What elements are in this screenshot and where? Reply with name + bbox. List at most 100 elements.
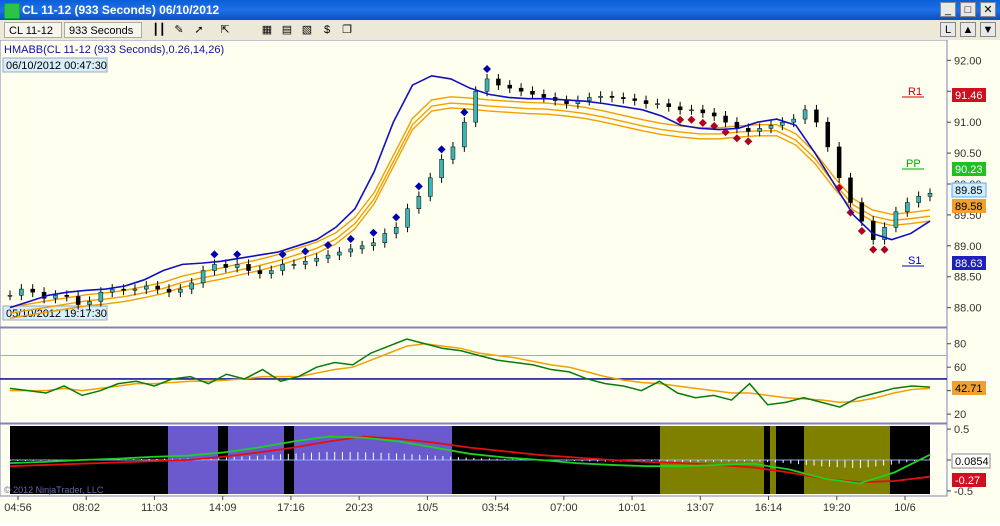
candle-body [393, 227, 399, 234]
green-value: 0.0854 [955, 456, 989, 468]
hma-value: 89.58 [955, 201, 983, 213]
candle-body [416, 196, 422, 209]
candle-body [212, 264, 217, 271]
candle-body [189, 282, 194, 290]
app-icon [4, 3, 20, 19]
chart-area: HMABB(CL 11-12 (933 Seconds),0.26,14,26)… [0, 39, 1000, 523]
candle-body [655, 103, 660, 105]
candle-body [518, 87, 524, 92]
cursor-icon[interactable]: ⇱ [218, 23, 232, 37]
properties-icon[interactable]: ▤ [280, 23, 294, 37]
chart-canvas[interactable]: HMABB(CL 11-12 (933 Seconds),0.26,14,26)… [0, 39, 1000, 523]
last-price-value: 89.85 [955, 185, 983, 197]
grid-icon[interactable]: ▦ [260, 23, 274, 37]
candle-body [132, 288, 138, 291]
x-tick-label: 07:00 [550, 502, 578, 514]
candle-body [87, 301, 92, 305]
candle-body [53, 295, 58, 299]
candle-body [234, 264, 240, 268]
candle-body [757, 128, 762, 132]
x-tick-label: 08:02 [72, 502, 100, 514]
candle-body [109, 288, 115, 293]
minimize-button[interactable]: _ [940, 2, 956, 17]
s1-label: S1 [908, 255, 921, 267]
osc-y-tick-label: 80 [954, 339, 966, 351]
r1-value: 91.46 [955, 90, 983, 102]
maximize-button[interactable]: □ [960, 2, 976, 17]
candle-body [359, 245, 365, 250]
copy-icon[interactable]: ❐ [340, 23, 354, 37]
candle-body [473, 91, 478, 123]
arrow-icon[interactable]: ➚ [192, 23, 206, 37]
window-title: CL 11-12 (933 Seconds) 06/10/2012 [22, 3, 220, 17]
price-y-tick-label: 89.00 [954, 241, 982, 253]
candle-body [314, 257, 319, 262]
candle-body [427, 177, 433, 197]
price-y-tick-label: 92.00 [954, 55, 982, 67]
candle-body [609, 95, 615, 98]
dollar-icon[interactable]: $ [320, 23, 334, 37]
candle-body [64, 295, 70, 297]
candle-body [791, 118, 796, 123]
candle-body [916, 196, 921, 203]
candle-body [19, 288, 24, 296]
candle-body [587, 97, 592, 101]
hist-y-tick-label: 0.5 [954, 424, 969, 436]
candle-body [439, 159, 444, 179]
x-tick-label: 10/5 [417, 502, 438, 514]
price-y-tick-label: 88.50 [954, 272, 982, 284]
toolbar-down-button[interactable]: ▼ [980, 22, 996, 37]
price-y-tick-label: 91.00 [954, 117, 982, 129]
candle-body [689, 109, 694, 112]
candle-body [700, 109, 706, 114]
pencil-icon[interactable]: ✎ [172, 23, 186, 37]
interval-select[interactable]: 933 Seconds ▾ [64, 22, 142, 53]
x-tick-label: 16:14 [755, 502, 783, 514]
candle-body [257, 270, 263, 274]
candle-body [802, 109, 808, 120]
candle-body [121, 288, 126, 291]
candle-body [859, 202, 865, 222]
osc-value: 42.71 [955, 383, 983, 395]
x-tick-label: 10:01 [618, 502, 646, 514]
candle-body [746, 128, 751, 132]
hist-y-tick-label: -0.5 [954, 486, 973, 498]
candle-body [814, 109, 819, 123]
candle-body [337, 251, 342, 256]
candle-body [893, 211, 899, 228]
candle-body [75, 296, 81, 305]
x-tick-label: 17:16 [277, 502, 305, 514]
candle-body [268, 270, 274, 274]
candle-body [223, 264, 229, 268]
red-value: -0.27 [955, 475, 980, 487]
x-tick-label: 20:23 [345, 502, 373, 514]
strategy-icon[interactable]: ▧ [300, 23, 314, 37]
candle-body [836, 146, 842, 179]
candle-body [723, 115, 728, 123]
bars-icon[interactable]: ┃┃ [152, 23, 166, 37]
close-button[interactable]: ✕ [980, 2, 996, 17]
candle-body [734, 121, 740, 129]
pp-value: 90.23 [955, 164, 983, 176]
candle-body [30, 288, 35, 293]
candle-body [291, 264, 297, 266]
s1-value: 88.63 [955, 258, 983, 270]
candle-body [7, 295, 13, 297]
window-titlebar: CL 11-12 (933 Seconds) 06/10/2012 _ □ ✕ [0, 0, 1000, 20]
x-tick-label: 19:20 [823, 502, 851, 514]
candle-body [564, 100, 569, 104]
toolbar-up-button[interactable]: ▲ [960, 22, 976, 37]
instrument-label: CL 11-12 [9, 25, 54, 37]
toolbar-l-button[interactable]: L [940, 22, 956, 37]
candle-body [405, 208, 410, 228]
instrument-select[interactable]: CL 11-12 ▾ [4, 22, 62, 53]
oscillator-panel [0, 327, 948, 424]
candle-body [927, 193, 933, 197]
candle-body [484, 78, 490, 92]
candle-body [280, 264, 285, 271]
x-tick-label: 11:03 [141, 502, 168, 514]
candle-body [825, 121, 831, 148]
candle-body [598, 95, 603, 98]
indicator-title: HMABB(CL 11-12 (933 Seconds),0.26,14,26) [4, 44, 224, 56]
candle-body [166, 288, 172, 293]
